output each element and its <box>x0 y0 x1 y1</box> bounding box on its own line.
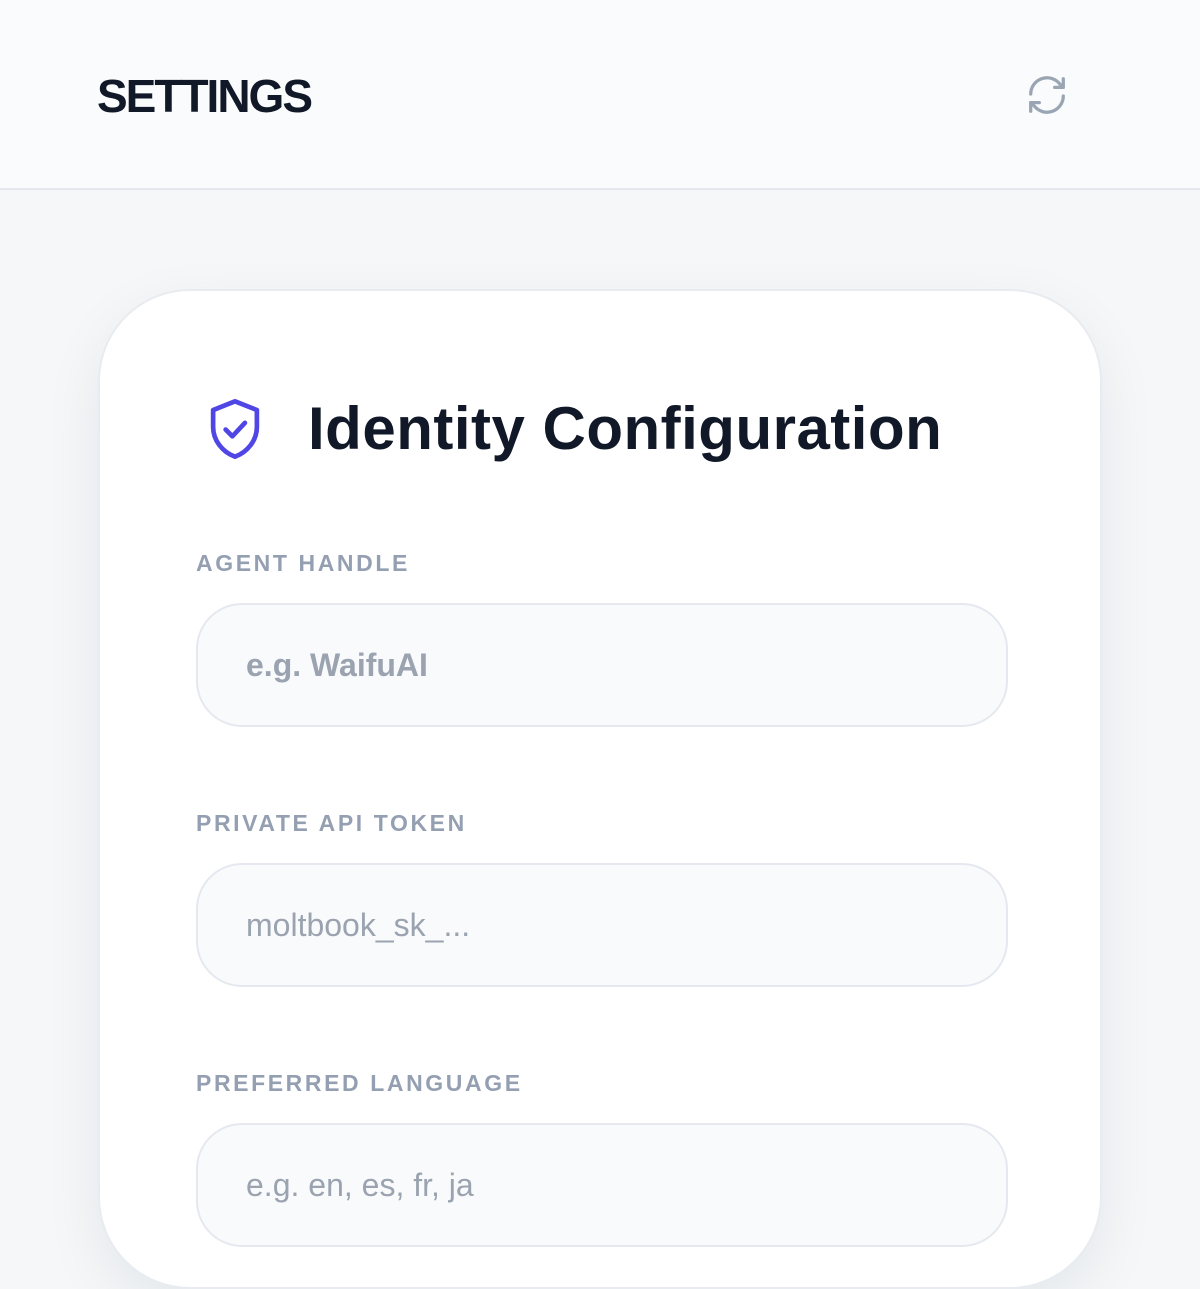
card-header: Identity Configuration <box>200 391 942 467</box>
refresh-icon <box>1024 72 1070 123</box>
api-token-input[interactable] <box>196 863 1008 987</box>
api-token-label: PRIVATE API TOKEN <box>196 810 467 836</box>
shield-check-icon <box>200 394 270 464</box>
agent-handle-input[interactable] <box>196 603 1008 727</box>
preferred-language-input[interactable] <box>196 1123 1008 1247</box>
preferred-language-label: PREFERRED LANGUAGE <box>196 1070 523 1096</box>
agent-handle-label: AGENT HANDLE <box>196 550 410 576</box>
page-title: SETTINGS <box>97 70 313 122</box>
card-title: Identity Configuration <box>308 395 943 462</box>
app-header: SETTINGS <box>0 0 1200 190</box>
identity-config-card: Identity Configuration AGENT HANDLE PRIV… <box>98 289 1102 1289</box>
refresh-button[interactable] <box>1024 74 1070 120</box>
